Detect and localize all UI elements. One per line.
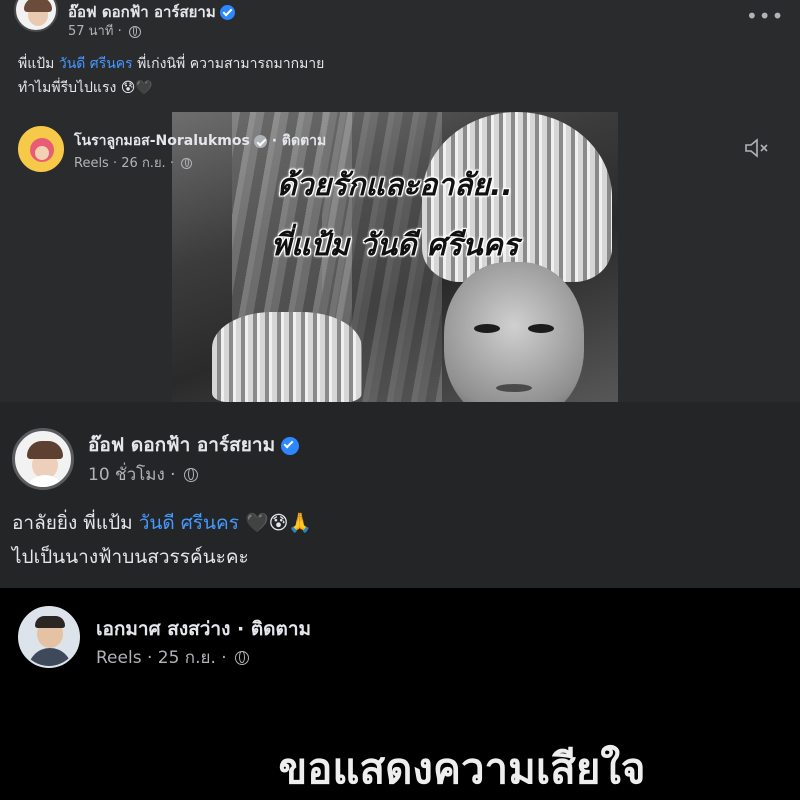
timestamp-text[interactable]: 57 นาที (68, 24, 113, 39)
headdress-decoration (212, 312, 362, 402)
globe-icon (183, 468, 198, 482)
reel-author-row: เอกมาศ สงสว่าง · ติดตาม (96, 614, 311, 644)
post-text: พี่แป้ม วันดี ศรีนคร พี่เก่งนิพี่ ความสา… (18, 52, 324, 100)
more-options-button[interactable]: ••• (746, 4, 784, 28)
post-timestamp[interactable]: 57 นาที · (68, 20, 141, 41)
globe-icon (128, 25, 141, 38)
overlay-title-line-2: พี่แป้ม วันดี ศรีนคร (271, 228, 519, 263)
mouth-shape (496, 384, 532, 392)
reel-author-avatar[interactable] (18, 126, 64, 172)
separator: · (170, 465, 176, 485)
shared-reel-2[interactable]: เอกมาศ สงสว่าง · ติดตาม Reels · 25 ก.ย. … (0, 588, 800, 800)
reel-meta: Reels · 26 ก.ย. · (74, 152, 193, 173)
reel-date[interactable]: 26 ก.ย. (121, 156, 165, 171)
reel-meta: Reels · 25 ก.ย. · (96, 644, 250, 671)
reels-label[interactable]: Reels (96, 648, 142, 668)
reel-author-avatar[interactable] (18, 606, 80, 668)
post-text-line-1: พี่แป้ม วันดี ศรีนคร พี่เก่งนิพี่ ความสา… (18, 52, 324, 76)
post-text-line-2: ไปเป็นนางฟ้าบนสวรรค์นะคะ (12, 540, 312, 574)
performer-face (444, 262, 584, 402)
separator: · (221, 648, 227, 668)
reel-date[interactable]: 25 ก.ย. (158, 648, 216, 668)
reel-caption-text: ขอแสดงความเสียใจ (278, 744, 646, 793)
mention-link[interactable]: วันดี ศรีนคร (59, 56, 133, 72)
speaker-mute-icon[interactable] (744, 138, 770, 158)
overlay-title-line-1: ด้วยรักและอาลัย.. (277, 168, 513, 203)
follow-button[interactable]: ติดตาม (282, 133, 326, 149)
post-timestamp[interactable]: 10 ชั่วโมง · (88, 461, 198, 488)
avatar[interactable] (12, 428, 74, 490)
text-fragment: ไปเป็นนางฟ้าบนสวรรค์นะคะ (12, 546, 249, 568)
reels-label[interactable]: Reels (74, 156, 109, 171)
eye-shape (528, 324, 554, 333)
globe-icon (235, 651, 250, 665)
reel-author-row: โนราลูกมอส-Noralukmos · ติดตาม (74, 130, 326, 152)
sad-face-emoji-icon: 😰 (120, 80, 136, 96)
black-heart-icon: 🖤 (135, 80, 153, 96)
reel-video[interactable]: ด้วยรักและอาลัย.. พี่แป้ม วันดี ศรีนคร (172, 112, 618, 402)
separator: · (117, 24, 122, 39)
verified-badge-icon (253, 134, 267, 148)
mention-link[interactable]: วันดี ศรีนคร (139, 512, 239, 534)
globe-icon (181, 158, 193, 169)
post-text-line-1: อาลัยยิ่ง พี่แป้ม วันดี ศรีนคร 🖤😰🙏 (12, 506, 312, 540)
separator: · (271, 133, 278, 149)
follow-button[interactable]: ติดตาม (251, 618, 311, 640)
reel-author-name[interactable]: โนราลูกมอส-Noralukmos (74, 133, 250, 149)
separator: · (146, 648, 153, 668)
separator: · (112, 156, 118, 171)
timestamp-text[interactable]: 10 ชั่วโมง (88, 465, 165, 485)
reel-caption: ขอแสดงความเสียใจ (0, 736, 800, 800)
author-name-text[interactable]: อ๊อฟ ดอกฟ้า อาร์สยาม (88, 434, 275, 456)
text-fragment: ทำไมพี่รีบไปแรง (18, 80, 117, 96)
post-text: อาลัยยิ่ง พี่แป้ม วันดี ศรีนคร 🖤😰🙏 ไปเป็… (12, 506, 312, 574)
avatar[interactable] (14, 0, 58, 32)
emoji-group-icon: 🖤😰🙏 (244, 512, 313, 534)
verified-badge-icon (219, 5, 235, 20)
text-fragment: พี่แป้ม (18, 56, 59, 72)
author-name-text[interactable]: อ๊อฟ ดอกฟ้า อาร์สยาม (68, 3, 216, 21)
text-fragment: อาลัยยิ่ง พี่แป้ม (12, 512, 139, 534)
text-fragment: พี่เก่งนิพี่ ความสามารถมากมาย (132, 56, 325, 72)
reel-author-name[interactable]: เอกมาศ สงสว่าง (96, 618, 230, 640)
post-text-line-2: ทำไมพี่รีบไปแรง 😰🖤 (18, 76, 324, 100)
verified-badge-icon (281, 436, 300, 455)
shared-reel[interactable]: ด้วยรักและอาลัย.. พี่แป้ม วันดี ศรีนคร โ… (0, 112, 800, 402)
post-1: อ๊อฟ ดอกฟ้า อาร์สยาม 57 นาที · ••• พี่แป… (0, 0, 800, 402)
post-2: อ๊อฟ ดอกฟ้า อาร์สยาม 10 ชั่วโมง · อาลัยย… (0, 402, 800, 588)
separator: · (237, 618, 245, 640)
separator: · (169, 156, 174, 171)
author-name[interactable]: อ๊อฟ ดอกฟ้า อาร์สยาม (88, 430, 300, 460)
eye-shape (474, 324, 500, 333)
